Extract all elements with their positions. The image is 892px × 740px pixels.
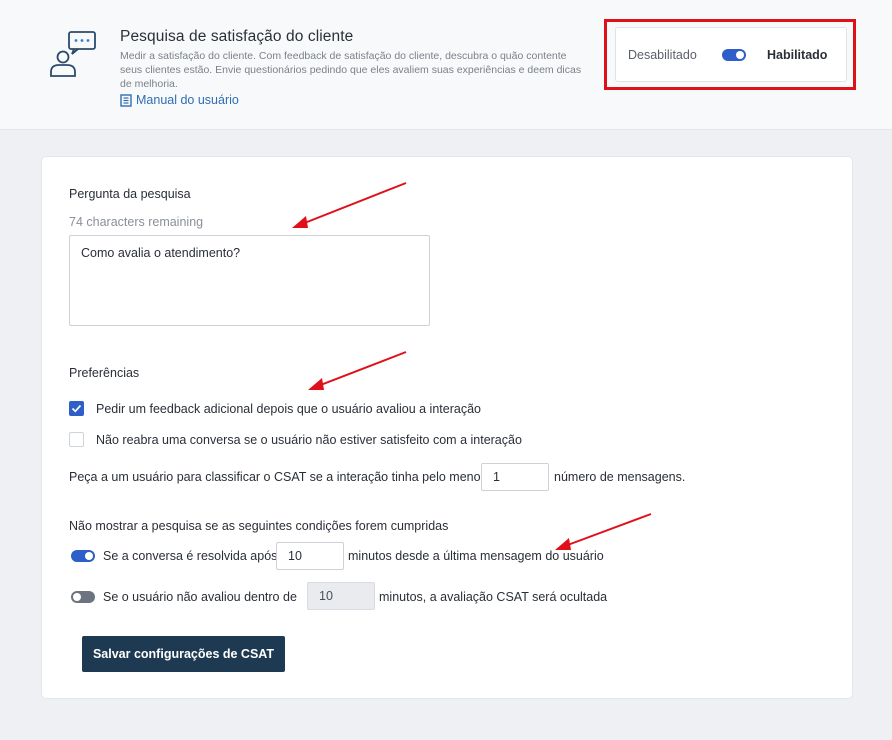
annotation-arrows	[292, 182, 652, 550]
annotation-arrow	[292, 182, 407, 228]
annotation-arrow	[555, 513, 652, 550]
annotation-arrow	[308, 351, 407, 390]
